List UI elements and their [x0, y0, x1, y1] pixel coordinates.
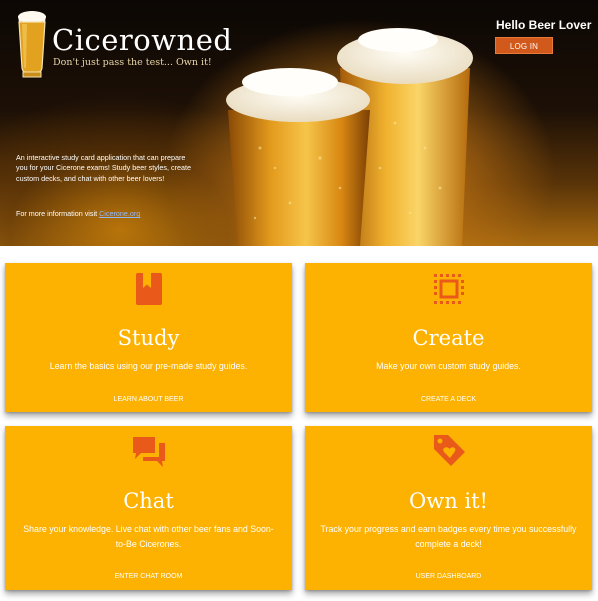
card-description: Share your knowledge. Live chat with oth…: [23, 524, 274, 550]
more-info-line: For more information visit Cicerone.org: [16, 209, 140, 218]
intro-text: An interactive study card application th…: [16, 153, 191, 183]
learn-about-beer-link[interactable]: LEARN ABOUT BEER: [5, 396, 292, 403]
frame-icon: [433, 274, 464, 304]
create-card: Create Make your own custom study guides…: [305, 263, 592, 412]
own-it-card: Own it! Track your progress and earn bad…: [305, 426, 592, 590]
card-title: Chat: [123, 489, 174, 513]
chat-card: Chat Share your knowledge. Live chat wit…: [5, 426, 292, 590]
card-description: Make your own custom study guides.: [376, 361, 521, 371]
user-dashboard-link[interactable]: USER DASHBOARD: [305, 573, 592, 580]
more-info-prefix: For more information visit: [16, 209, 100, 218]
beer-glasses-image: [226, 28, 473, 246]
user-greeting: Hello Beer Lover: [496, 18, 592, 32]
login-button[interactable]: LOG IN: [495, 37, 553, 54]
beer-glass-logo-icon: [18, 11, 46, 78]
tag-heart-icon: [433, 435, 465, 466]
enter-chat-room-link[interactable]: ENTER CHAT ROOM: [5, 573, 292, 580]
create-a-deck-link[interactable]: CREATE A DECK: [305, 396, 592, 403]
brand-tagline: Don't just pass the test... Own it!: [53, 57, 212, 68]
study-card: Study Learn the basics using our pre-mad…: [5, 263, 292, 412]
card-title: Create: [412, 326, 485, 350]
brand-name: Cicerowned: [52, 23, 233, 57]
chat-icon: [132, 437, 165, 467]
hero-banner: Cicerowned Don't just pass the test... O…: [0, 0, 598, 246]
card-description: Learn the basics using our pre-made stud…: [49, 361, 248, 371]
book-icon: [135, 273, 162, 305]
cicerone-link[interactable]: Cicerone.org: [99, 209, 140, 218]
card-title: Own it!: [409, 489, 488, 513]
card-title: Study: [117, 326, 180, 350]
card-description: Track your progress and earn badges ever…: [320, 524, 577, 550]
